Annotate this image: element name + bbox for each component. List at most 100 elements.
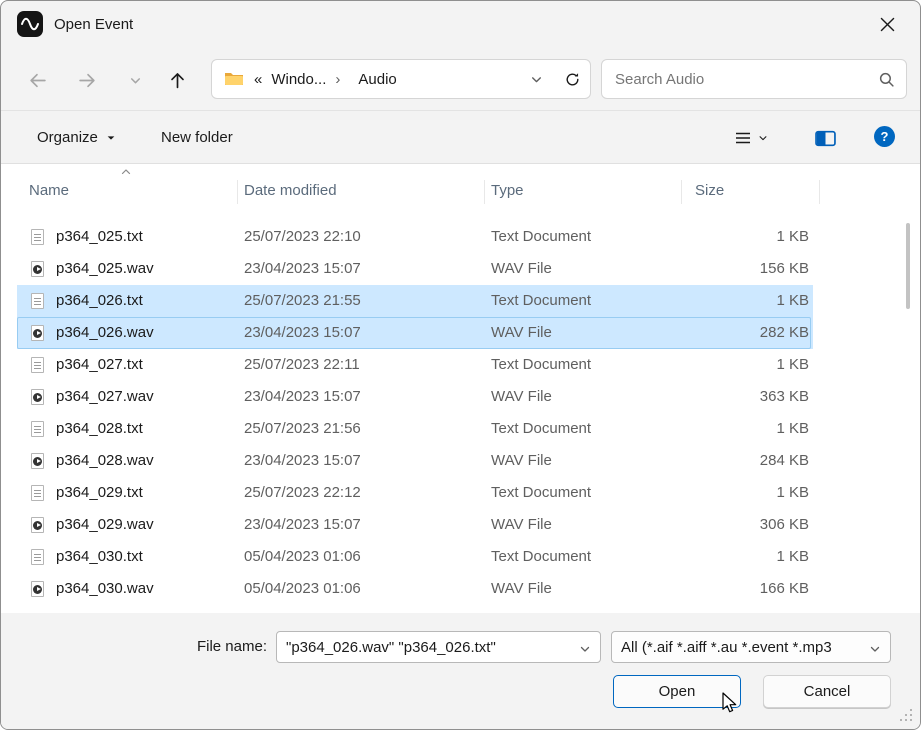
file-type: WAV File (491, 509, 552, 541)
column-header-date-modified[interactable]: Date modified (244, 174, 337, 208)
close-button[interactable] (870, 7, 904, 41)
file-type: Text Document (491, 285, 591, 317)
chevron-right-icon: › (335, 71, 340, 88)
organize-label: Organize (37, 129, 98, 146)
file-size: 1 KB (776, 541, 809, 573)
table-row[interactable]: p364_029.txt 25/07/2023 22:12 Text Docum… (1, 477, 920, 509)
preview-pane-icon (815, 130, 836, 147)
file-size: 363 KB (760, 381, 809, 413)
help-button[interactable]: ? (874, 126, 895, 147)
column-divider[interactable] (819, 180, 820, 204)
file-rows: p364_025.txt 25/07/2023 22:10 Text Docum… (1, 221, 920, 605)
column-header-size[interactable]: Size (695, 174, 724, 208)
file-name-input[interactable] (277, 632, 600, 662)
arrow-up-icon (168, 71, 187, 90)
new-folder-label: New folder (161, 129, 233, 146)
cancel-button[interactable]: Cancel (763, 675, 891, 708)
table-row[interactable]: p364_028.txt 25/07/2023 21:56 Text Docum… (1, 413, 920, 445)
file-name: p364_026.wav (56, 317, 154, 349)
file-type: WAV File (491, 573, 552, 605)
arrow-right-icon (78, 71, 97, 90)
back-button[interactable] (21, 64, 53, 96)
title-bar: Open Event (1, 1, 920, 47)
table-row[interactable]: p364_030.wav 05/04/2023 01:06 WAV File 1… (1, 573, 920, 605)
breadcrumb-parent[interactable]: Windo... (271, 71, 326, 88)
window-title: Open Event (54, 16, 133, 33)
file-type-dropdown[interactable]: All (*.aif *.aiff *.au *.event *.mp3 (611, 631, 891, 663)
file-date-modified: 23/04/2023 15:07 (244, 509, 361, 541)
breadcrumb-current[interactable]: Audio (358, 71, 396, 88)
file-date-modified: 25/07/2023 22:10 (244, 221, 361, 253)
organize-button[interactable]: Organize (25, 121, 128, 154)
file-date-modified: 25/07/2023 22:12 (244, 477, 361, 509)
file-type-value: All (*.aif *.aiff *.au *.event *.mp3 (621, 632, 868, 663)
search-input[interactable] (602, 60, 906, 98)
table-row[interactable]: p364_028.wav 23/04/2023 15:07 WAV File 2… (1, 445, 920, 477)
file-date-modified: 05/04/2023 01:06 (244, 541, 361, 573)
file-size: 1 KB (776, 285, 809, 317)
file-name: p364_030.wav (56, 573, 154, 605)
file-type: WAV File (491, 381, 552, 413)
file-type: Text Document (491, 349, 591, 381)
table-row[interactable]: p364_026.txt 25/07/2023 21:55 Text Docum… (1, 285, 920, 317)
open-event-dialog: Open Event « Windo... › Audio (0, 0, 921, 730)
file-type: WAV File (491, 445, 552, 477)
chevron-down-icon[interactable] (579, 643, 591, 655)
recent-locations-button[interactable] (119, 64, 151, 96)
file-icon (31, 261, 44, 277)
vertical-scrollbar[interactable] (906, 223, 910, 309)
file-icon (31, 421, 44, 437)
new-folder-button[interactable]: New folder (149, 121, 245, 154)
address-bar[interactable]: « Windo... › Audio (211, 59, 591, 99)
search-icon (878, 71, 895, 88)
refresh-button[interactable] (554, 61, 590, 97)
chevron-down-icon (758, 133, 768, 143)
table-row[interactable]: p364_029.wav 23/04/2023 15:07 WAV File 3… (1, 509, 920, 541)
chevron-down-icon (869, 643, 881, 655)
file-type: Text Document (491, 413, 591, 445)
file-name: p364_029.wav (56, 509, 154, 541)
file-date-modified: 25/07/2023 21:55 (244, 285, 361, 317)
file-name: p364_027.wav (56, 381, 154, 413)
table-row[interactable]: p364_025.wav 23/04/2023 15:07 WAV File 1… (1, 253, 920, 285)
sort-ascending-icon (120, 166, 132, 178)
preview-pane-button[interactable] (812, 125, 838, 151)
table-row[interactable]: p364_030.txt 05/04/2023 01:06 Text Docum… (1, 541, 920, 573)
file-size: 1 KB (776, 221, 809, 253)
file-date-modified: 23/04/2023 15:07 (244, 317, 361, 349)
file-icon (31, 357, 44, 373)
resize-grip[interactable] (900, 709, 914, 723)
column-divider[interactable] (484, 180, 485, 204)
file-icon (31, 549, 44, 565)
forward-button[interactable] (71, 64, 103, 96)
open-button[interactable]: Open (613, 675, 741, 708)
file-size: 284 KB (760, 445, 809, 477)
file-icon (31, 293, 44, 309)
table-row[interactable]: p364_026.wav 23/04/2023 15:07 WAV File 2… (1, 317, 920, 349)
file-date-modified: 23/04/2023 15:07 (244, 253, 361, 285)
open-button-label: Open (659, 683, 696, 700)
column-divider[interactable] (681, 180, 682, 204)
breadcrumb-overflow[interactable]: « (254, 71, 262, 88)
address-dropdown-button[interactable] (518, 61, 554, 97)
file-name: p364_027.txt (56, 349, 143, 381)
column-divider[interactable] (237, 180, 238, 204)
view-options-button[interactable] (728, 125, 774, 151)
up-button[interactable] (161, 64, 193, 96)
column-header-type[interactable]: Type (491, 174, 524, 208)
file-name: p364_025.txt (56, 221, 143, 253)
app-waveform-icon (17, 11, 43, 37)
file-type: Text Document (491, 221, 591, 253)
table-row[interactable]: p364_027.wav 23/04/2023 15:07 WAV File 3… (1, 381, 920, 413)
file-name-combobox (276, 631, 601, 663)
navigation-bar: « Windo... › Audio (1, 47, 920, 111)
arrow-left-icon (28, 71, 47, 90)
file-date-modified: 23/04/2023 15:07 (244, 381, 361, 413)
table-row[interactable]: p364_027.txt 25/07/2023 22:11 Text Docum… (1, 349, 920, 381)
column-header-name[interactable]: Name (29, 174, 69, 208)
question-mark-icon: ? (881, 129, 889, 144)
table-row[interactable]: p364_025.txt 25/07/2023 22:10 Text Docum… (1, 221, 920, 253)
folder-icon (224, 71, 244, 87)
command-bar: Organize New folder ? (1, 111, 920, 164)
file-name: p364_029.txt (56, 477, 143, 509)
